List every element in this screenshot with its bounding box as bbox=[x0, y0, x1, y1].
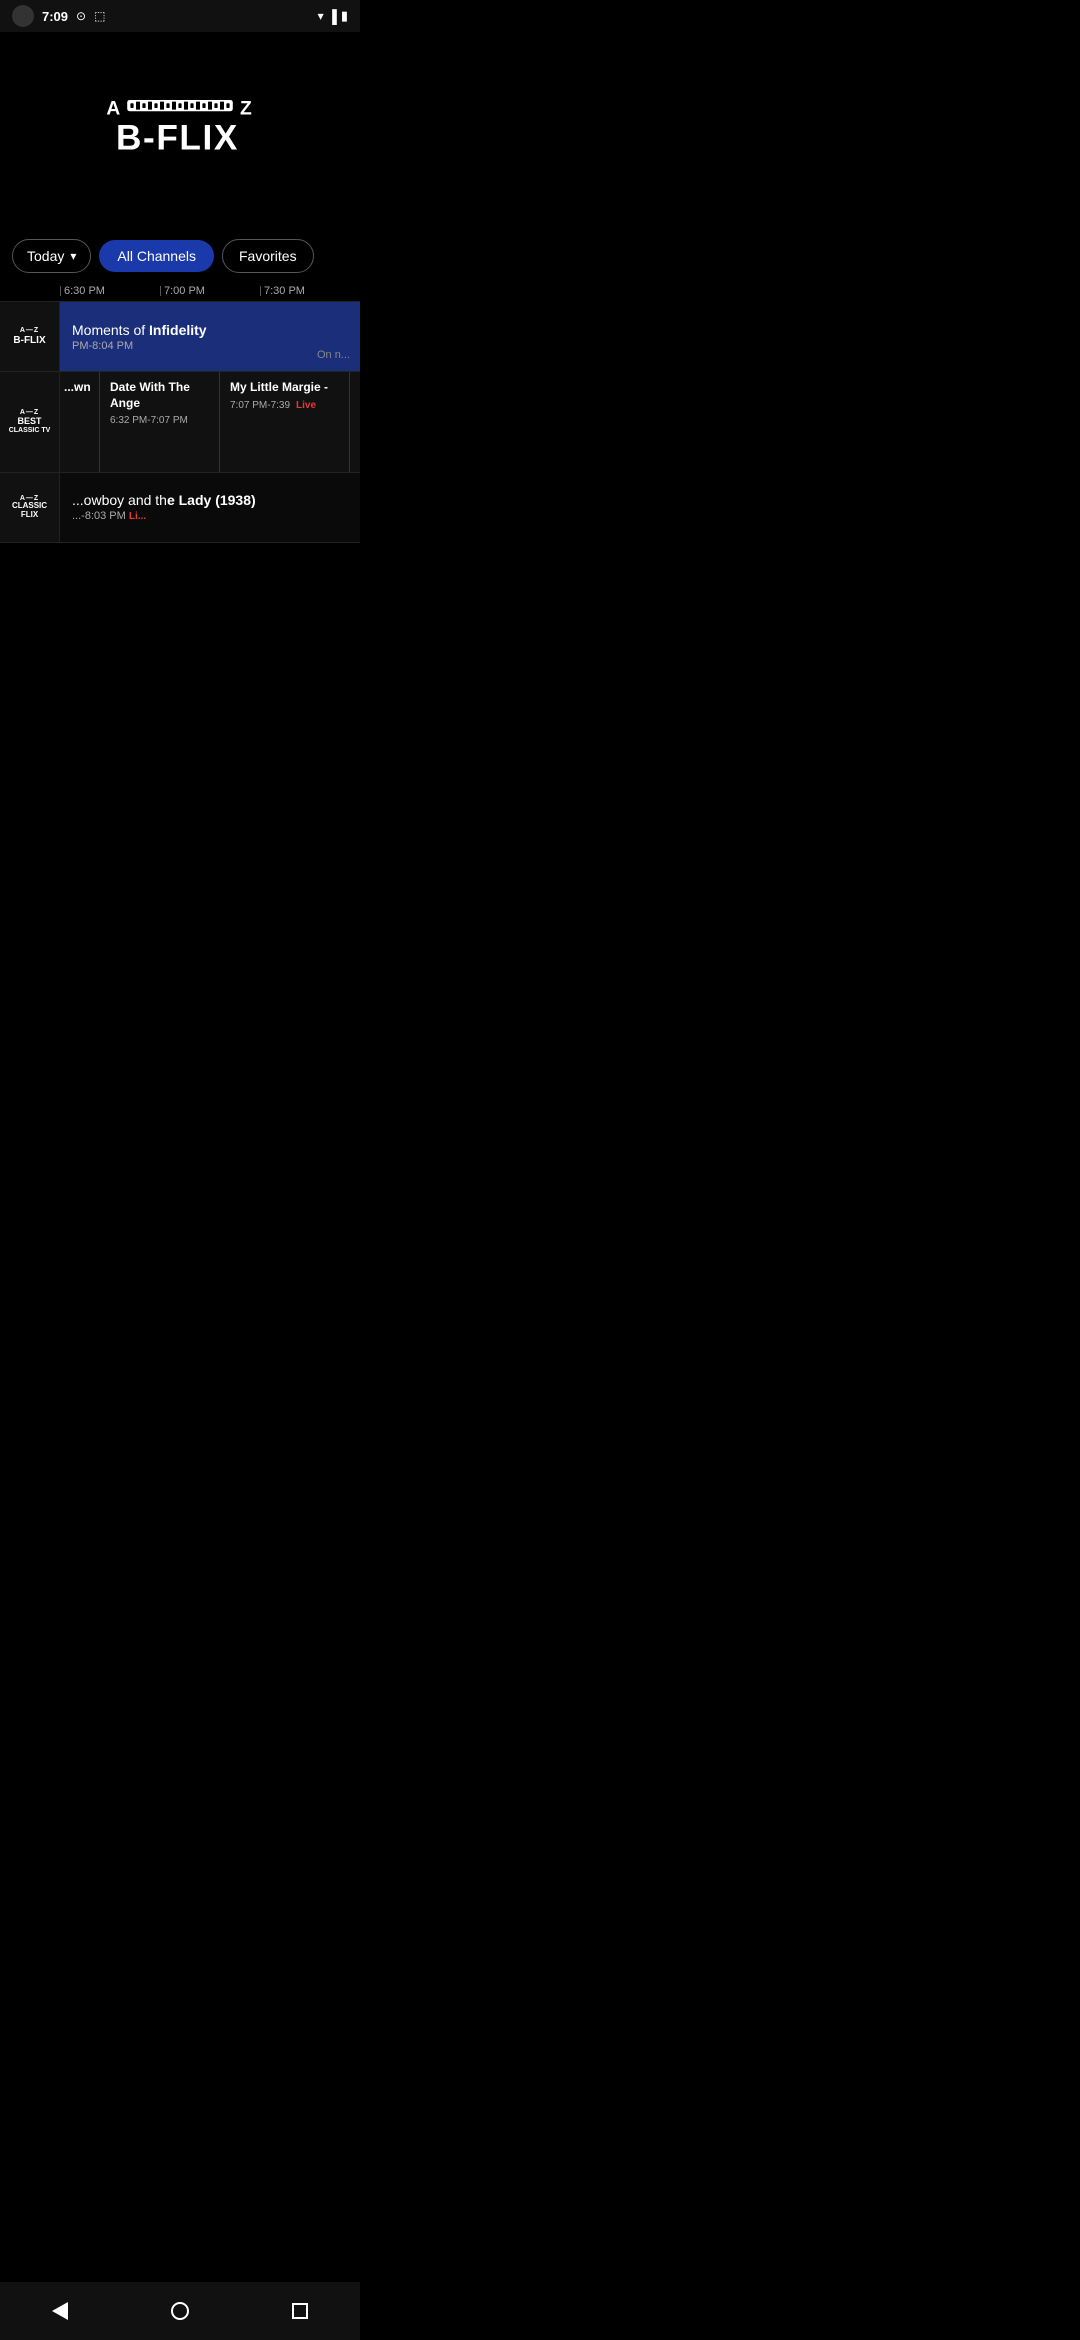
logo-az-bflix: A—Z bbox=[13, 327, 45, 335]
program-title-partial: ...wn bbox=[64, 380, 95, 396]
channel-logo-az-classic: A—Z CLASSIC FLIX bbox=[0, 473, 60, 542]
tick-icon bbox=[160, 286, 161, 296]
time-label-630: 6:30 PM bbox=[64, 285, 105, 297]
logo-main-bflix: B-FLIX bbox=[13, 335, 45, 346]
channel-logo-best-classic: A—Z BEST CLASSIC TV bbox=[0, 372, 60, 472]
title-my: My bbox=[230, 380, 250, 394]
bottom-spacer bbox=[0, 543, 360, 663]
status-circle-icon bbox=[12, 5, 34, 27]
home-button[interactable] bbox=[147, 2294, 213, 2328]
tick-icon bbox=[60, 286, 61, 296]
program-title-prefix: Moments of bbox=[72, 322, 149, 338]
time-700: 7:00 PM bbox=[160, 285, 260, 297]
chevron-down-icon: ▾ bbox=[70, 249, 76, 263]
cowboy-prefix: ...owboy and th bbox=[72, 492, 167, 508]
all-channels-button[interactable]: All Channels bbox=[99, 240, 214, 272]
recent-button[interactable] bbox=[268, 2295, 332, 2327]
program-time-date-angel: 6:32 PM-7:07 PM bbox=[110, 415, 209, 426]
channel-row-az-classic: A—Z CLASSIC FLIX ...owboy and the Lady (… bbox=[0, 473, 360, 543]
svg-text:A: A bbox=[106, 98, 120, 119]
program-cell-date-angel[interactable]: Date With The Ange 6:32 PM-7:07 PM bbox=[100, 372, 220, 472]
home-icon bbox=[171, 2302, 189, 2320]
back-button[interactable] bbox=[28, 2294, 92, 2328]
sim-icon: ⬚ bbox=[94, 9, 105, 23]
time-label-730: 7:30 PM bbox=[264, 285, 305, 297]
channel-row-bflix: A—Z B-FLIX Moments of Infidelity PM-8:04… bbox=[0, 302, 360, 372]
logo-sub-best: CLASSIC TV bbox=[9, 427, 51, 435]
bflix-program-time: PM-8:04 PM bbox=[72, 340, 348, 352]
program-cell-margie[interactable]: My Little Margie - 7:07 PM-7:39 Live bbox=[220, 372, 350, 472]
bflix-logo: A Z B-FLIX bbox=[100, 92, 260, 156]
tick-icon bbox=[260, 286, 261, 296]
time-730: 7:30 PM bbox=[260, 285, 360, 297]
az-classic-program-time: ...-8:03 PM Li... bbox=[72, 510, 348, 522]
favorites-label: Favorites bbox=[239, 248, 297, 264]
live-badge-margie: Live bbox=[296, 400, 316, 411]
live-badge-cowboy: Li... bbox=[129, 511, 146, 522]
logo-container: A Z B-FLIX bbox=[100, 92, 260, 161]
az-classic-program-title: ...owboy and the Lady (1938) bbox=[72, 492, 348, 508]
time-ruler: 6:30 PM 7:00 PM 7:30 PM bbox=[0, 281, 360, 302]
svg-text:B-FLIX: B-FLIX bbox=[116, 119, 239, 156]
az-classic-program-content[interactable]: ...owboy and the Lady (1938) ...-8:03 PM… bbox=[60, 473, 360, 542]
channel-row-best-classic: A—Z BEST CLASSIC TV ...wn Date With The … bbox=[0, 372, 360, 473]
az-classic-time-text: ...-8:03 PM bbox=[72, 510, 126, 522]
today-label: Today bbox=[27, 248, 64, 264]
on-now-badge: On n... bbox=[317, 349, 350, 361]
program-title-margie: My Little Margie - bbox=[230, 380, 339, 396]
cowboy-bold: e Lady (1938) bbox=[167, 492, 256, 508]
logo-main-best: BEST bbox=[9, 417, 51, 427]
bflix-program-title: Moments of Infidelity bbox=[72, 322, 348, 338]
wifi-icon: ▾ bbox=[318, 9, 324, 23]
best-classic-programs: ...wn Date With The Ange 6:32 PM-7:07 PM… bbox=[60, 372, 360, 472]
recent-icon bbox=[292, 2303, 308, 2319]
status-right: ▾ ▐ ▮ bbox=[318, 8, 348, 24]
signal-icon: ▐ bbox=[328, 9, 337, 24]
back-icon bbox=[52, 2302, 68, 2320]
battery-icon: ▮ bbox=[341, 8, 348, 24]
program-cell-lucy[interactable]: The Lucy S... 7:39 PM-8:1... bbox=[350, 372, 360, 472]
bflix-program-content[interactable]: Moments of Infidelity PM-8:04 PM On n... bbox=[60, 302, 360, 371]
favorites-button[interactable]: Favorites bbox=[222, 239, 314, 273]
title-date-plain: Date bbox=[110, 380, 139, 394]
time-630: 6:30 PM bbox=[60, 285, 160, 297]
today-dropdown[interactable]: Today ▾ bbox=[12, 239, 91, 273]
program-cell-partial[interactable]: ...wn bbox=[60, 372, 100, 472]
program-title-bold: Infidelity bbox=[149, 322, 207, 338]
svg-text:Z: Z bbox=[240, 98, 252, 119]
controls-row: Today ▾ All Channels Favorites bbox=[0, 231, 360, 281]
title-margie-bold: Little Margie - bbox=[250, 380, 328, 394]
status-left: 7:09 ⊙ ⬚ bbox=[12, 5, 105, 27]
all-channels-label: All Channels bbox=[117, 248, 196, 264]
status-time: 7:09 bbox=[42, 9, 68, 24]
logo-area: A Z B-FLIX bbox=[0, 32, 360, 231]
media-icon: ⊙ bbox=[76, 9, 86, 23]
status-bar: 7:09 ⊙ ⬚ ▾ ▐ ▮ bbox=[0, 0, 360, 32]
logo-flix: FLIX bbox=[12, 511, 47, 520]
program-title-date-angel: Date With The Ange bbox=[110, 380, 209, 411]
program-time-margie: 7:07 PM-7:39 Live bbox=[230, 400, 339, 411]
nav-bar bbox=[0, 2282, 360, 2340]
margie-time-text: 7:07 PM-7:39 bbox=[230, 400, 290, 411]
channel-logo-bflix: A—Z B-FLIX bbox=[0, 302, 60, 371]
time-label-700: 7:00 PM bbox=[164, 285, 205, 297]
